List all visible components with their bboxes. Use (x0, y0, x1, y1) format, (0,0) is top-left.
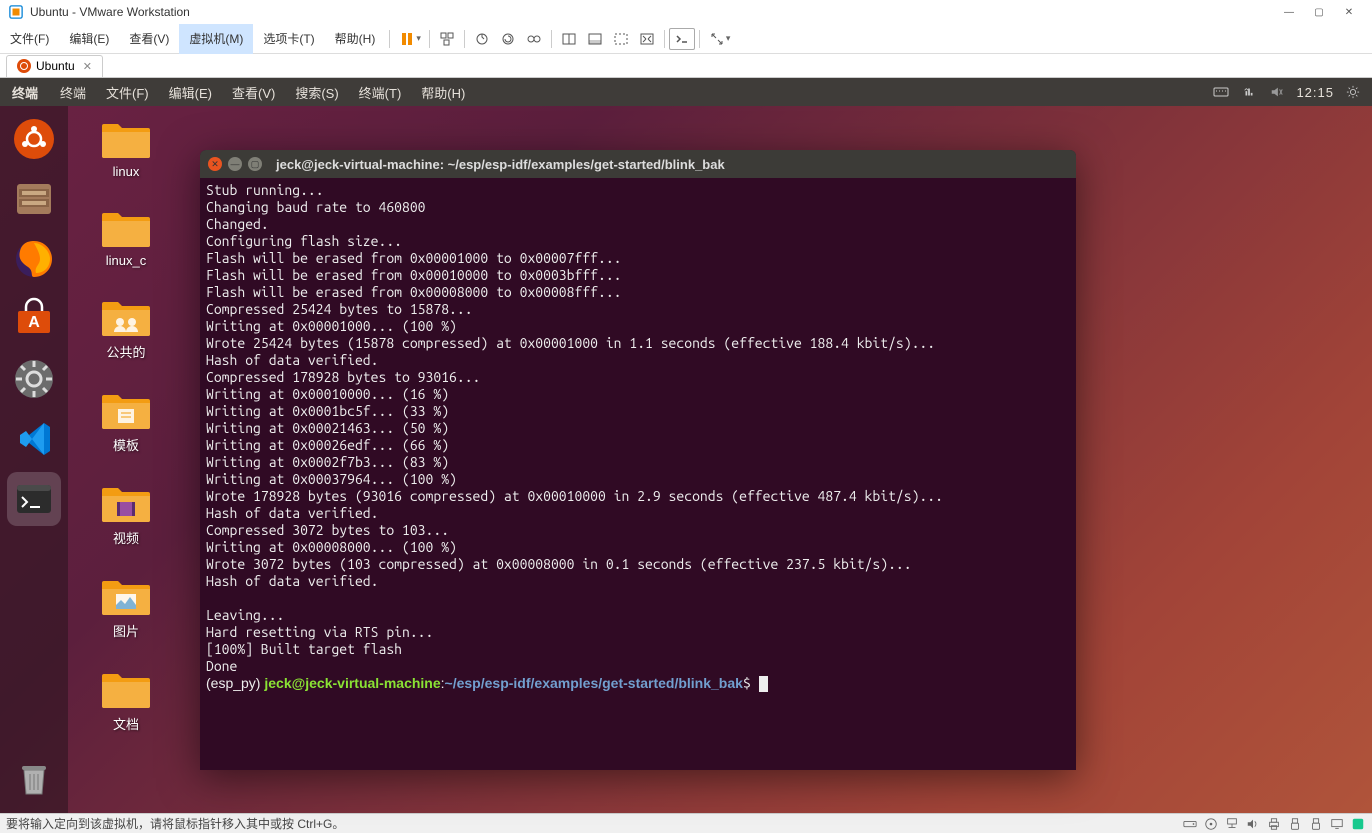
statusbar-message: 要将输入定向到该虚拟机，请将鼠标指针移入其中或按 Ctrl+G。 (6, 815, 344, 832)
terminal-close-icon[interactable]: ✕ (208, 157, 222, 171)
menu-tabs[interactable]: 选项卡(T) (253, 24, 324, 54)
panel-menu-edit[interactable]: 编辑(E) (159, 83, 222, 102)
menu-vm[interactable]: 虚拟机(M) (179, 24, 253, 54)
panel-menu-terminal2[interactable]: 终端(T) (349, 83, 412, 102)
window-close-icon[interactable]: ✕ (1334, 2, 1364, 22)
tab-label: Ubuntu (36, 59, 75, 73)
pause-dropdown-icon[interactable]: ▾ (416, 33, 421, 44)
vmware-tabs: Ubuntu ✕ (0, 54, 1372, 78)
snapshot-take-icon[interactable] (469, 24, 495, 54)
terminal-maximize-icon[interactable]: ▢ (248, 157, 262, 171)
vmware-menubar: 文件(F) 编辑(E) 查看(V) 虚拟机(M) 选项卡(T) 帮助(H) ▾ … (0, 24, 1372, 54)
desktop-folder-linux-c[interactable]: linux_c (100, 207, 152, 268)
status-vm-active-icon[interactable] (1350, 816, 1366, 832)
network-indicator-icon[interactable] (1240, 85, 1258, 99)
status-printer-icon[interactable] (1266, 816, 1282, 832)
tab-ubuntu[interactable]: Ubuntu ✕ (6, 55, 103, 77)
desktop-folder-documents[interactable]: 文档 (100, 668, 152, 733)
panel-menu-search[interactable]: 搜索(S) (285, 83, 348, 102)
terminal-titlebar[interactable]: ✕ — ▢ jeck@jeck-virtual-machine: ~/esp/e… (200, 150, 1076, 178)
ubuntu-tab-icon (17, 59, 31, 73)
gear-indicator-icon[interactable] (1344, 85, 1362, 99)
launcher-software-icon[interactable]: A (7, 292, 61, 346)
vmware-icon (8, 4, 24, 20)
panel-menu-view[interactable]: 查看(V) (222, 83, 285, 102)
menu-file[interactable]: 文件(F) (0, 24, 59, 54)
desktop-folder-linux[interactable]: linux (100, 118, 152, 179)
panel-app-title: 终端 (0, 83, 50, 102)
launcher-settings-icon[interactable] (7, 352, 61, 406)
desktop-folder-templates[interactable]: 模板 (100, 389, 152, 454)
launcher-trash-icon[interactable] (7, 751, 61, 805)
tab-close-icon[interactable]: ✕ (83, 60, 92, 73)
panel-menu-help[interactable]: 帮助(H) (411, 83, 475, 102)
launcher-files-icon[interactable] (7, 172, 61, 226)
panel-menu-terminal[interactable]: 终端 (50, 83, 96, 102)
fullscreen-icon[interactable] (634, 24, 660, 54)
launcher-firefox-icon[interactable] (7, 232, 61, 286)
svg-text:A: A (28, 314, 40, 331)
status-display-icon[interactable] (1329, 816, 1345, 832)
snapshot-revert-icon[interactable] (495, 24, 521, 54)
terminal-minimize-icon[interactable]: — (228, 157, 242, 171)
status-usb1-icon[interactable] (1287, 816, 1303, 832)
ubuntu-top-panel: 终端 终端 文件(F) 编辑(E) 查看(V) 搜索(S) 终端(T) 帮助(H… (0, 78, 1372, 106)
view-thumbnail-icon[interactable] (582, 24, 608, 54)
panel-menu-file[interactable]: 文件(F) (96, 83, 159, 102)
menu-view[interactable]: 查看(V) (119, 24, 179, 54)
view-single-icon[interactable] (556, 24, 582, 54)
vmware-title: Ubuntu - VMware Workstation (30, 5, 190, 19)
terminal-window[interactable]: ✕ — ▢ jeck@jeck-virtual-machine: ~/esp/e… (200, 150, 1076, 770)
snapshot-manage-icon[interactable] (521, 24, 547, 54)
clock-indicator[interactable]: 12:15 (1296, 85, 1334, 100)
vmware-titlebar: Ubuntu - VMware Workstation — ▢ ✕ (0, 0, 1372, 24)
launcher-dash-icon[interactable] (7, 112, 61, 166)
window-minimize-icon[interactable]: — (1274, 2, 1304, 22)
terminal-body[interactable]: Stub running... Changing baud rate to 46… (200, 178, 1076, 696)
view-unity-icon[interactable] (608, 24, 634, 54)
status-usb2-icon[interactable] (1308, 816, 1324, 832)
launcher-terminal-icon[interactable] (7, 472, 61, 526)
status-sound-icon[interactable] (1245, 816, 1261, 832)
sound-indicator-icon[interactable] (1268, 85, 1286, 99)
window-maximize-icon[interactable]: ▢ (1304, 2, 1334, 22)
status-network-icon[interactable] (1224, 816, 1240, 832)
status-harddisk-icon[interactable] (1182, 816, 1198, 832)
vmware-statusbar: 要将输入定向到该虚拟机，请将鼠标指针移入其中或按 Ctrl+G。 (0, 813, 1372, 833)
desktop-icons-area: linux linux_c 公共的 模板 视频 图片 文档 (100, 118, 152, 733)
desktop-folder-videos[interactable]: 视频 (100, 482, 152, 547)
ubuntu-launcher: A (0, 106, 68, 813)
terminal-title: jeck@jeck-virtual-machine: ~/esp/esp-idf… (276, 157, 725, 172)
menu-help[interactable]: 帮助(H) (325, 24, 386, 54)
stretch-dropdown-icon[interactable]: ▾ (726, 33, 731, 44)
status-cd-icon[interactable] (1203, 816, 1219, 832)
guest-display[interactable]: 终端 终端 文件(F) 编辑(E) 查看(V) 搜索(S) 终端(T) 帮助(H… (0, 78, 1372, 813)
keyboard-indicator-icon[interactable] (1212, 84, 1230, 100)
menu-edit[interactable]: 编辑(E) (59, 24, 119, 54)
panel-indicators: 12:15 (1212, 84, 1372, 100)
send-cad-icon[interactable] (434, 24, 460, 54)
desktop-folder-public[interactable]: 公共的 (100, 296, 152, 361)
statusbar-device-icons (1182, 816, 1366, 832)
desktop-folder-pictures[interactable]: 图片 (100, 575, 152, 640)
console-view-icon[interactable] (669, 28, 695, 50)
launcher-vscode-icon[interactable] (7, 412, 61, 466)
